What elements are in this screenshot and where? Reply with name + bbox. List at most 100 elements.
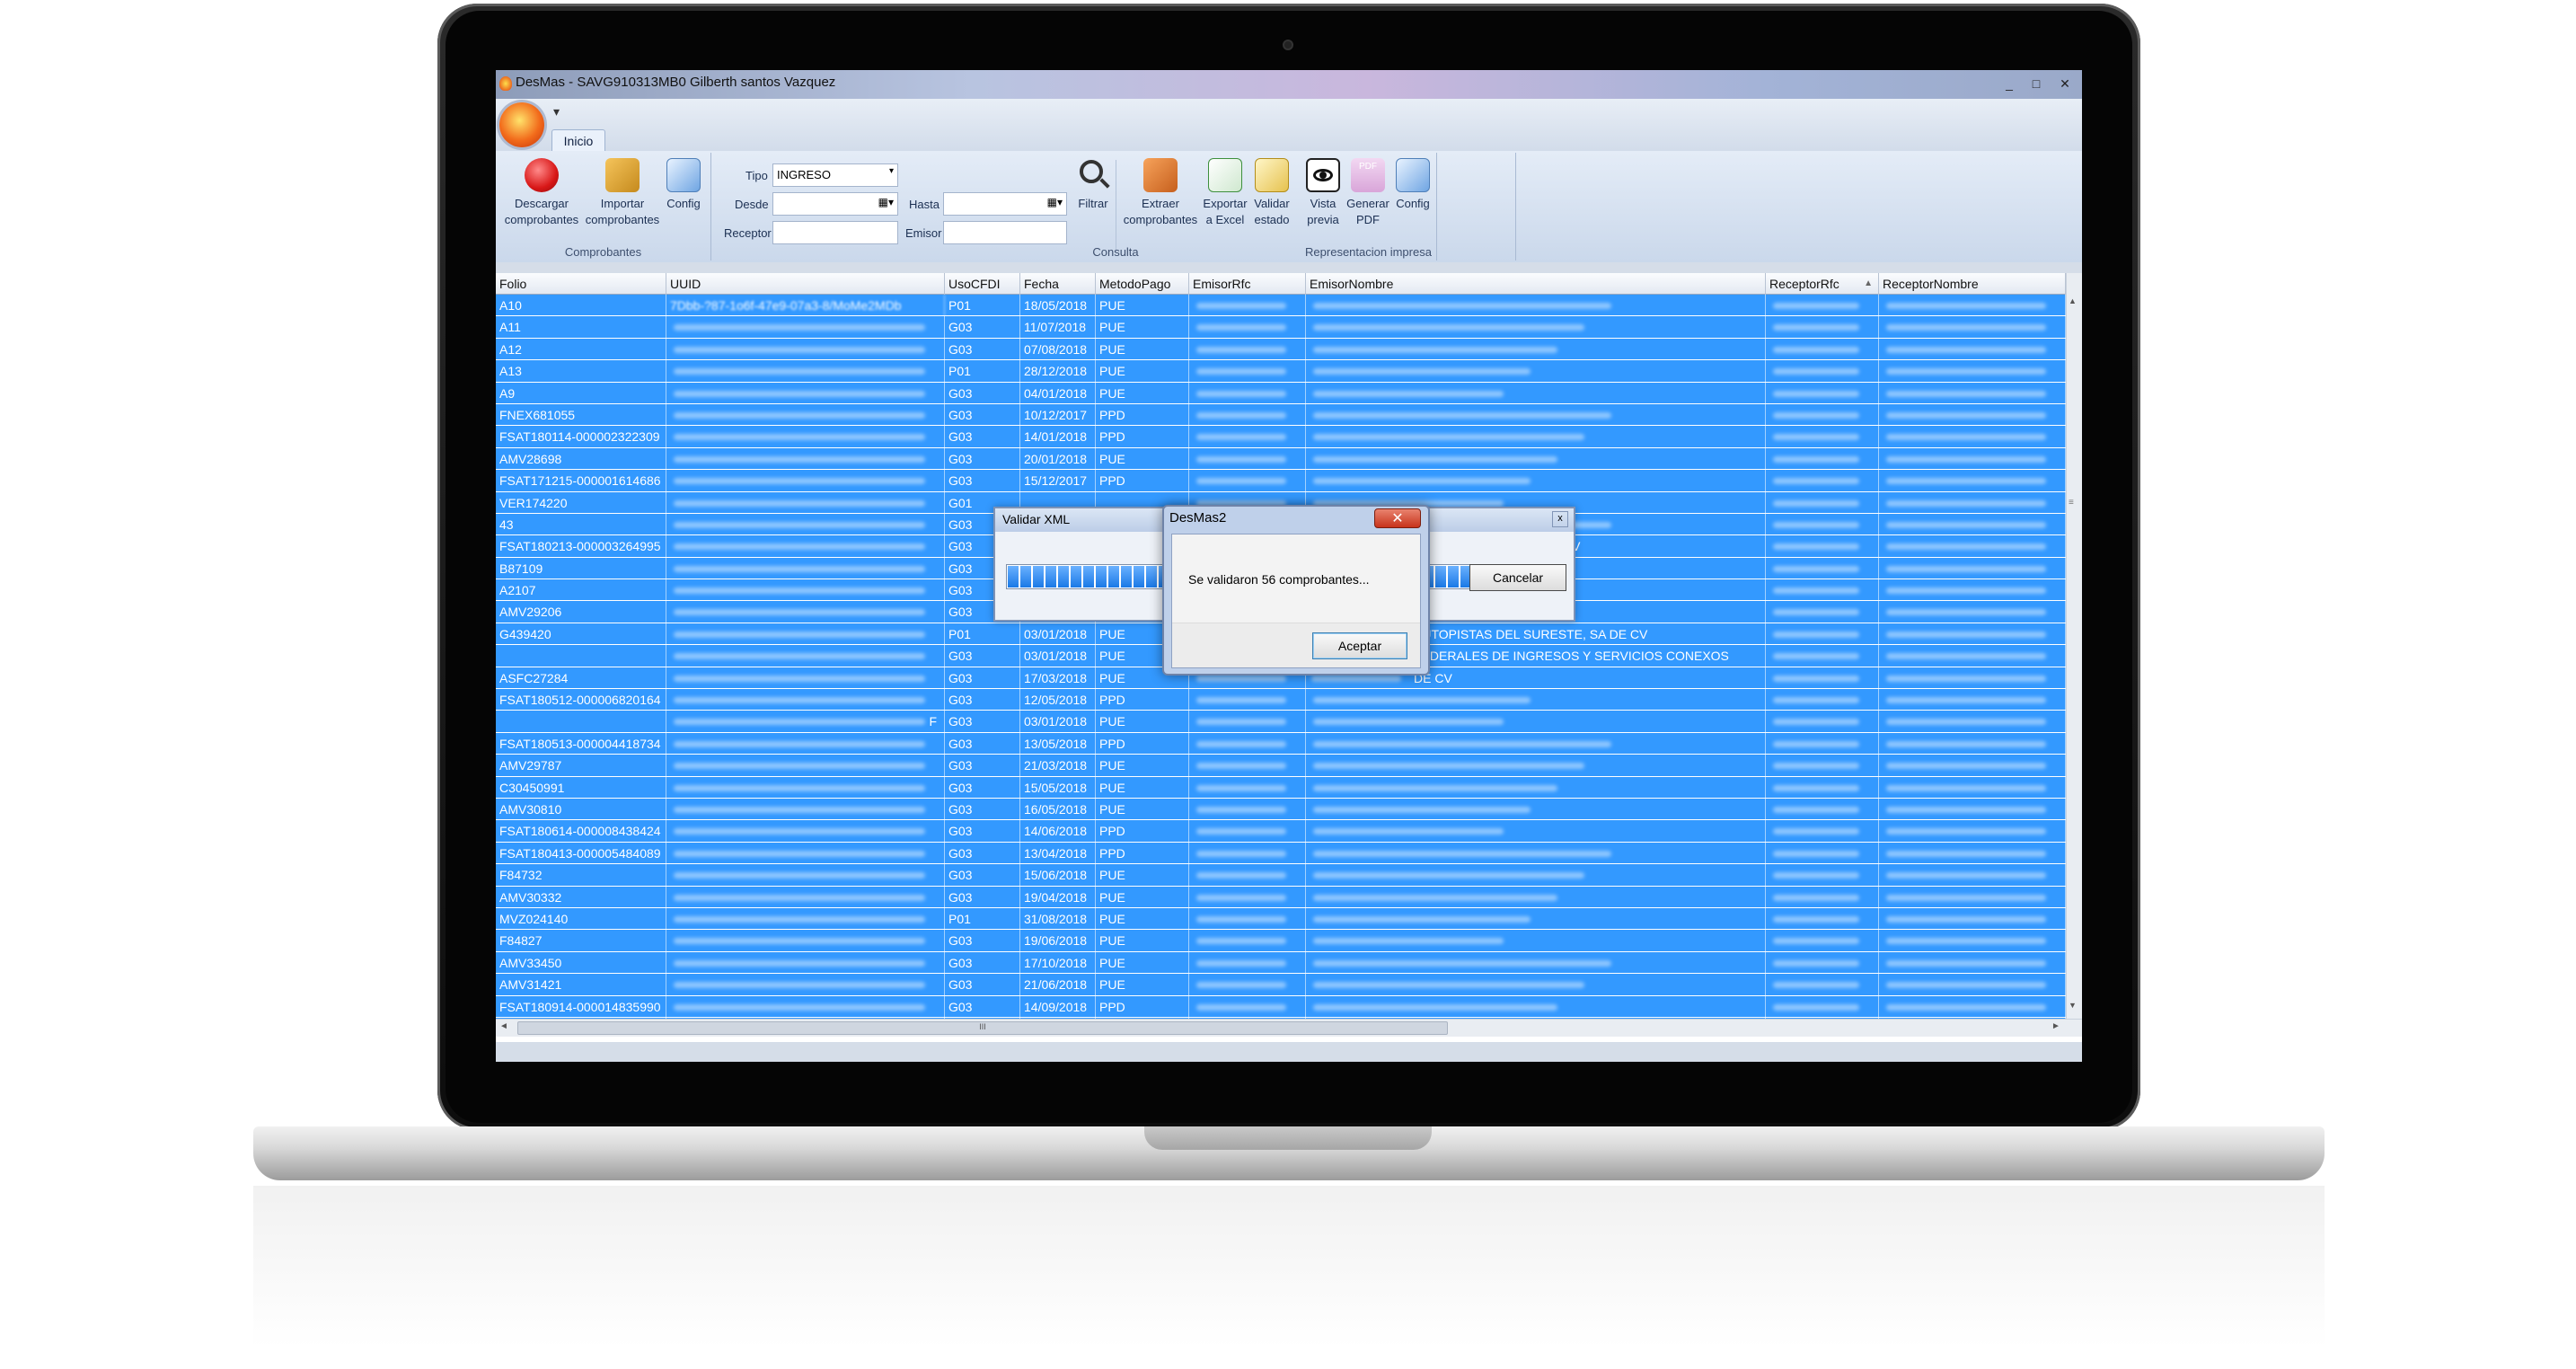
application-menu-orb[interactable] (499, 102, 544, 147)
calendar-icon[interactable]: ▦▾ (1047, 196, 1063, 208)
receptor-input[interactable] (772, 221, 898, 244)
table-cell-fecha: 15/12/2017 (1020, 470, 1096, 492)
table-row[interactable]: FSAT171215-000001614686 G03 15/12/2017 PPD (496, 470, 2066, 492)
vertical-scrollbar[interactable]: ▲ ≡ ▼ (2066, 273, 2082, 1019)
table-row[interactable]: A11 G03 11/07/2018 PUE (496, 316, 2066, 339)
vista-previa-button[interactable]: Vista previa (1301, 158, 1345, 228)
column-header-emisornombre[interactable]: EmisorNombre (1306, 273, 1766, 295)
table-cell-folio: AMV30810 (496, 798, 666, 820)
table-row[interactable]: F84732 G03 15/06/2018 PUE (496, 864, 2066, 887)
tipo-select[interactable]: INGRESO ▾ (772, 163, 898, 187)
desde-date-input[interactable]: ▦▾ (772, 192, 898, 216)
table-row[interactable]: FSAT180413-000005484089 G03 13/04/2018 PPD (496, 842, 2066, 865)
redacted-text (1886, 521, 2046, 528)
table-row[interactable]: FSAT180513-000004418734 G03 13/05/2018 PPD (496, 732, 2066, 755)
maximize-button[interactable]: □ (2023, 74, 2050, 93)
table-cell-uso: G03 (945, 667, 1020, 689)
emisor-input[interactable] (943, 221, 1067, 244)
table-cell-rrfc (1766, 667, 1879, 689)
exportar-excel-button[interactable]: Exportar a Excel (1200, 158, 1250, 228)
table-row[interactable]: FSAT180114-000002322309 G03 14/01/2018 PPD (496, 426, 2066, 448)
filtrar-button[interactable]: Filtrar (1071, 158, 1116, 212)
minimize-button[interactable]: _ (1996, 74, 2023, 93)
table-cell-erfc (1189, 907, 1306, 930)
calendar-icon[interactable]: ▦▾ (878, 196, 894, 208)
table-row[interactable]: AMV29787 G03 21/03/2018 PUE (496, 755, 2066, 777)
descargar-comprobantes-button[interactable]: Descargar comprobantes (501, 158, 582, 228)
table-row[interactable]: FSAT180614-000008438424 G03 14/06/2018 PPD (496, 820, 2066, 843)
scroll-right-icon[interactable]: ► (2051, 1021, 2060, 1031)
table-row[interactable]: A9 G03 04/01/2018 PUE (496, 382, 2066, 404)
table-cell-folio: FSAT180413-000005484089 (496, 842, 666, 864)
table-cell-folio: AMV28698 (496, 447, 666, 470)
column-header-uuid[interactable]: UUID (666, 273, 945, 295)
aceptar-button[interactable]: Aceptar (1312, 632, 1407, 659)
table-row[interactable]: F84827 G03 19/06/2018 PUE (496, 930, 2066, 952)
table-row[interactable]: AMV30810 G03 16/05/2018 PUE (496, 798, 2066, 821)
table-cell-uso: P01 (945, 907, 1020, 930)
close-window-button[interactable]: ✕ (2051, 74, 2078, 93)
table-cell-uso: G03 (945, 864, 1020, 887)
table-row[interactable]: FNEX681055 G03 10/12/2017 PPD (496, 403, 2066, 427)
table-cell-rrfc (1766, 711, 1879, 733)
table-row[interactable]: C30450991 G03 15/05/2018 PUE (496, 776, 2066, 799)
progress-segment (1096, 566, 1107, 587)
table-cell-folio: FSAT180512-000006820164 (496, 689, 666, 711)
extraer-comprobantes-button[interactable]: Extraer comprobantes (1117, 158, 1204, 228)
column-header-folio[interactable]: Folio (496, 273, 666, 295)
scroll-left-icon[interactable]: ◄ (499, 1021, 508, 1031)
redacted-text (674, 346, 925, 353)
table-cell-rrfc (1766, 689, 1879, 711)
table-row[interactable]: A12 G03 07/08/2018 PUE (496, 338, 2066, 361)
redacted-text (1196, 719, 1286, 726)
table-row[interactable]: AMV30332 G03 19/04/2018 PUE (496, 886, 2066, 908)
redacted-text (1313, 303, 1611, 309)
close-icon[interactable]: ✕ (1374, 508, 1421, 528)
table-cell-erfc (1189, 886, 1306, 908)
table-row[interactable]: A10 7Dbb-?87-1o6f-47e9-07a3-8/MoMe2MDb P01… (496, 295, 2066, 317)
table-cell-uuid (666, 886, 945, 908)
tab-inicio[interactable]: Inicio (551, 129, 605, 153)
column-header-metodopago[interactable]: MetodoPago (1096, 273, 1189, 295)
table-row[interactable]: FSAT180914-000014835990 G03 14/09/2018 PPD (496, 995, 2066, 1018)
column-header-receptorrfc[interactable]: ReceptorRfc ▲ (1766, 273, 1879, 295)
generar-pdf-button[interactable]: PDF Generar PDF (1344, 158, 1392, 228)
column-header-usocfdi[interactable]: UsoCFDI (945, 273, 1020, 295)
importar-comprobantes-button[interactable]: Importar comprobantes (582, 158, 663, 228)
column-header-fecha[interactable]: Fecha (1020, 273, 1096, 295)
validar-estado-button[interactable]: Validar estado (1247, 158, 1297, 228)
hasta-date-input[interactable]: ▦▾ (943, 192, 1067, 216)
scroll-up-icon[interactable]: ▲ (2069, 296, 2079, 305)
redacted-text (674, 1003, 925, 1011)
table-row[interactable]: FSAT180512-000006820164 G03 12/05/2018 PPD (496, 689, 2066, 711)
table-row[interactable]: MVZ024140 P01 31/08/2018 PUE (496, 907, 2066, 931)
table-row[interactable]: AMV28698 G03 20/01/2018 PUE (496, 447, 2066, 471)
column-header-emisorrfc[interactable]: EmisorRfc (1189, 273, 1306, 295)
column-header-receptornombre[interactable]: ReceptorNombre (1879, 273, 2066, 295)
table-row[interactable]: AMV31421 G03 21/06/2018 PUE (496, 974, 2066, 996)
redacted-text (1773, 587, 1859, 595)
table-cell-uuid: F (666, 711, 945, 733)
table-cell-metodo: PPD (1096, 403, 1189, 426)
table-cell-rnom (1879, 382, 2066, 404)
search-icon (1076, 158, 1110, 192)
config-comprobantes-button[interactable]: Config (661, 158, 706, 212)
redacted-text (1313, 411, 1611, 419)
table-row[interactable]: F G03 03/01/2018 PUE (496, 711, 2066, 733)
table-cell-rrfc (1766, 951, 1879, 974)
cancelar-button[interactable]: Cancelar (1469, 564, 1566, 591)
progress-segment (1435, 566, 1446, 587)
quick-access-toolbar[interactable]: ▾ (553, 104, 560, 119)
table-cell-uuid (666, 907, 945, 930)
table-cell-rnom (1879, 755, 2066, 777)
table-cell-enom (1306, 886, 1766, 908)
table-cell-uuid (666, 776, 945, 799)
table-row[interactable]: AMV33450 G03 17/10/2018 PUE (496, 951, 2066, 975)
horizontal-scroll-thumb[interactable]: III (517, 1021, 1448, 1035)
config-representacion-button[interactable]: Config (1390, 158, 1435, 212)
close-icon[interactable]: x (1552, 511, 1568, 527)
scroll-down-icon[interactable]: ▼ (2069, 1001, 2079, 1010)
horizontal-scrollbar[interactable]: ◄ III ► (496, 1019, 2082, 1037)
scroll-grip-icon[interactable]: ≡ (2069, 498, 2079, 508)
table-row[interactable]: A13 P01 28/12/2018 PUE (496, 360, 2066, 383)
